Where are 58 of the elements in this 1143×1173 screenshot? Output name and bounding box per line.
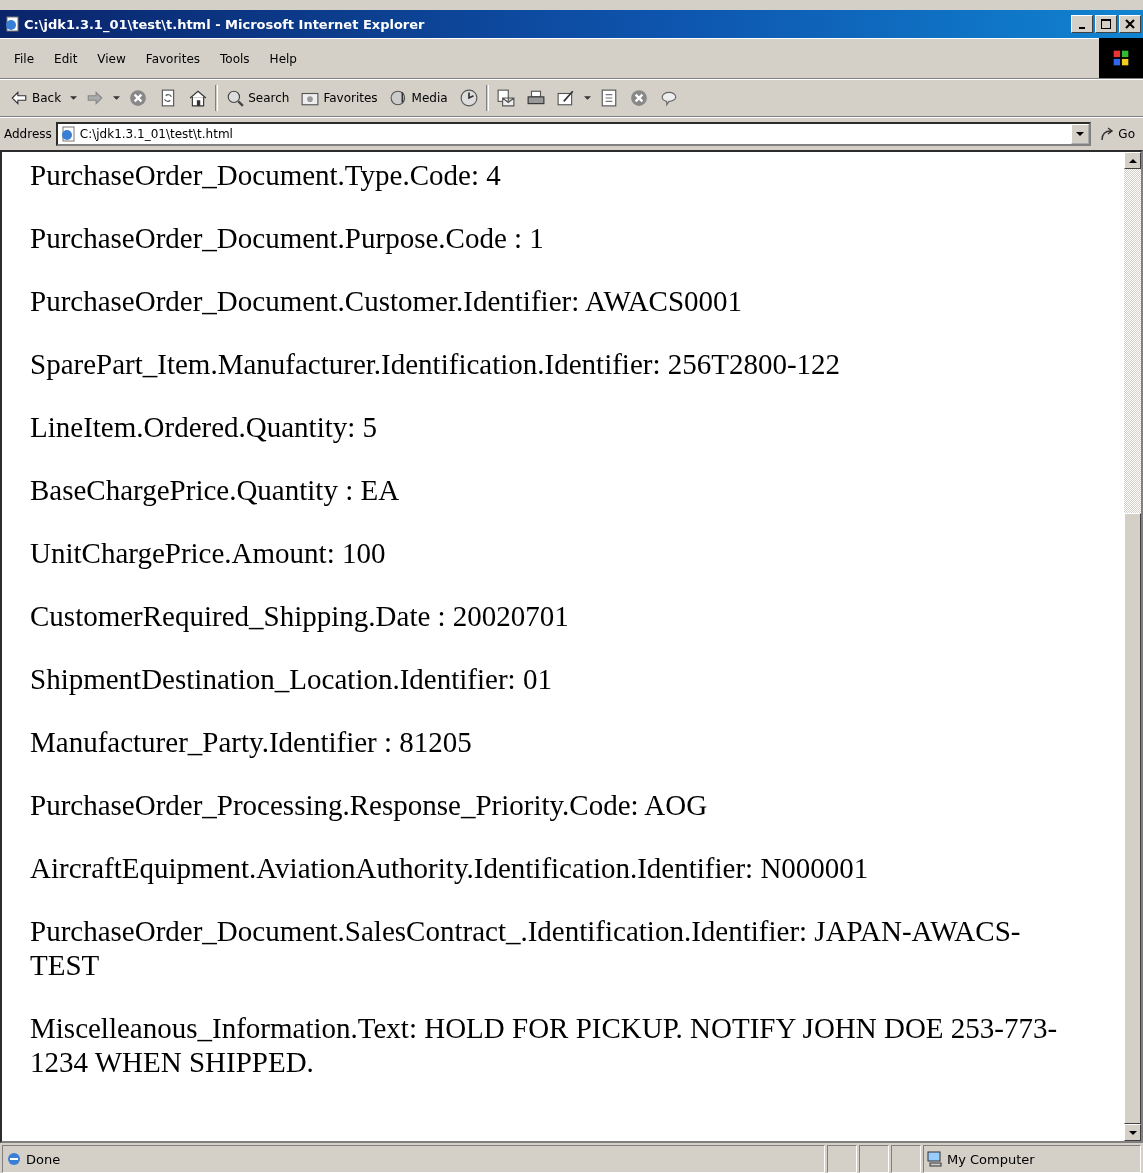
up-arrow-icon xyxy=(1128,158,1137,163)
media-icon xyxy=(389,89,408,107)
status-panel xyxy=(891,1145,921,1173)
search-button[interactable]: Search xyxy=(222,87,294,109)
close-icon xyxy=(1124,18,1136,30)
go-button[interactable]: Go xyxy=(1095,126,1139,142)
computer-icon xyxy=(927,1151,943,1167)
dropdown-button[interactable] xyxy=(69,94,79,102)
windows-logo xyxy=(1099,38,1143,78)
field-line: PurchaseOrder_Document.Type.Code: 4 xyxy=(30,158,502,192)
dropdown-button[interactable] xyxy=(112,94,122,102)
scrollbar[interactable] xyxy=(1124,152,1141,1141)
minimize-icon xyxy=(1079,27,1085,29)
window-title: C:\jdk1.3.1_01\test\t.html - Microsoft Internet Explorer xyxy=(24,16,426,32)
field-line: Manufacturer_Party.Identifier : 81205 xyxy=(30,725,473,759)
close-button[interactable] xyxy=(1119,15,1141,33)
field-line: PurchaseOrder_Processing.Response_Priority.Code: AOG xyxy=(30,788,709,822)
dropdown-button[interactable] xyxy=(582,94,592,102)
field-line: PurchaseOrder_Document.Purpose.Code : 1 xyxy=(30,221,545,255)
field-line: PurchaseOrder_Document.SalesContract_.Identification.Identifier: JAPAN-AWACS-TEST xyxy=(30,914,1022,982)
scroll-down-button[interactable] xyxy=(1124,1124,1141,1141)
menu-item[interactable]: Edit xyxy=(46,49,86,68)
caret-icon xyxy=(583,96,591,100)
maximize-button[interactable] xyxy=(1095,15,1117,33)
back-button[interactable]: Back xyxy=(6,87,66,109)
field-line: Miscelleanous_Information.Text: HOLD FOR PICKUP. NOTIFY JOHN DOE 253-773-1234 WHEN SHIPPED. xyxy=(30,1011,1059,1079)
minimize-button[interactable] xyxy=(1071,15,1093,33)
menu-item[interactable]: File xyxy=(6,49,43,68)
status-panel xyxy=(859,1145,889,1173)
field-line: BaseChargePrice.Quantity : EA xyxy=(30,473,401,507)
back-arrow-icon xyxy=(10,89,28,107)
scroll-thumb[interactable] xyxy=(1124,512,1141,1124)
menu-item[interactable]: View xyxy=(89,49,134,68)
address-field[interactable]: C:\jdk1.3.1_01\test\t.html xyxy=(55,122,1092,146)
dropdown-button[interactable] xyxy=(1071,124,1090,144)
caret-icon xyxy=(70,96,78,100)
favorites-button[interactable]: Favorites xyxy=(297,87,382,109)
address-label: Address xyxy=(4,127,52,141)
down-arrow-icon xyxy=(1128,1130,1137,1135)
status-panel xyxy=(827,1145,857,1173)
field-line: PurchaseOrder_Document.Customer.Identifier: AWACS0001 xyxy=(30,284,744,318)
field-line: SparePart_Item.Manufacturer.Identification.Identifier: 256T2800-122 xyxy=(30,347,842,381)
field-line: UnitChargePrice.Amount: 100 xyxy=(30,536,387,570)
field-line: ShipmentDestination_Location.Identifier: 01 xyxy=(30,662,553,696)
search-icon xyxy=(226,89,245,107)
zone-panel: My Computer xyxy=(923,1145,1141,1173)
caret-icon xyxy=(113,96,121,100)
field-line: AircraftEquipment.AviationAuthority.Identification.Identifier: N000001 xyxy=(30,851,870,885)
maximize-icon xyxy=(1100,18,1112,30)
field-line: CustomerRequired_Shipping.Date : 20020701 xyxy=(30,599,570,633)
status-panel: Done xyxy=(2,1145,825,1173)
field-line: LineItem.Ordered.Quantity: 5 xyxy=(30,410,379,444)
media-button[interactable]: Media xyxy=(385,87,452,109)
menu-item[interactable]: Tools xyxy=(212,49,258,68)
caret-icon xyxy=(1076,132,1085,136)
menu-item[interactable]: Help xyxy=(261,49,305,68)
scroll-up-button[interactable] xyxy=(1124,152,1141,169)
menu-item[interactable]: Favorites xyxy=(137,49,209,68)
